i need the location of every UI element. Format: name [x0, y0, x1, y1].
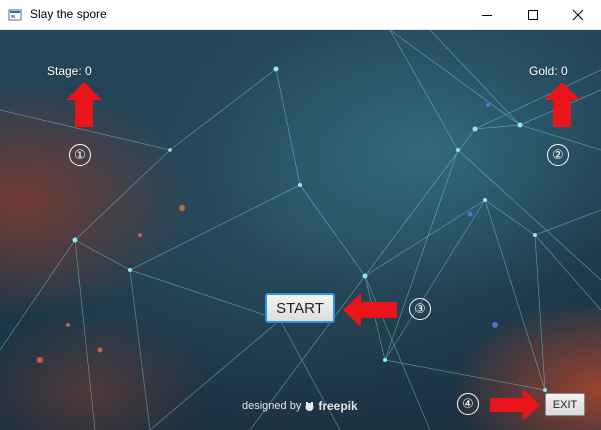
stage-counter: Stage: 0: [47, 64, 92, 78]
callout-number: ③: [409, 298, 431, 320]
callout-number: ②: [547, 144, 569, 166]
callout-number: ①: [69, 144, 91, 166]
credit-prefix: designed by: [242, 400, 302, 412]
gold-counter: Gold: 0: [529, 64, 568, 78]
minimize-icon: [482, 15, 492, 16]
callout-number: ④: [457, 393, 479, 415]
exit-button[interactable]: EXIT: [545, 393, 585, 416]
freepik-credit: designed by freepik: [242, 399, 358, 413]
credit-brand: freepik: [318, 399, 358, 413]
freepik-logo-icon: [305, 401, 314, 411]
window-title: Slay the spore: [30, 7, 107, 21]
close-button[interactable]: [555, 0, 601, 30]
title-bar: Slay the spore: [0, 0, 601, 30]
maximize-icon: [528, 10, 538, 20]
minimize-button[interactable]: [464, 0, 510, 30]
arrow-up-icon: [544, 82, 580, 127]
arrow-left-icon: [343, 293, 397, 327]
app-window: Slay the spore Stage: 0 Gold: 0 ① ② ③ ④ …: [0, 0, 601, 430]
start-button[interactable]: START: [265, 293, 335, 323]
app-icon: [8, 9, 22, 21]
game-scene: Stage: 0 Gold: 0 ① ② ③ ④ START EXIT desi…: [0, 30, 601, 430]
maximize-button[interactable]: [510, 0, 556, 30]
arrow-right-icon: [490, 389, 540, 421]
close-icon: [572, 9, 584, 21]
arrow-up-icon: [66, 82, 102, 127]
